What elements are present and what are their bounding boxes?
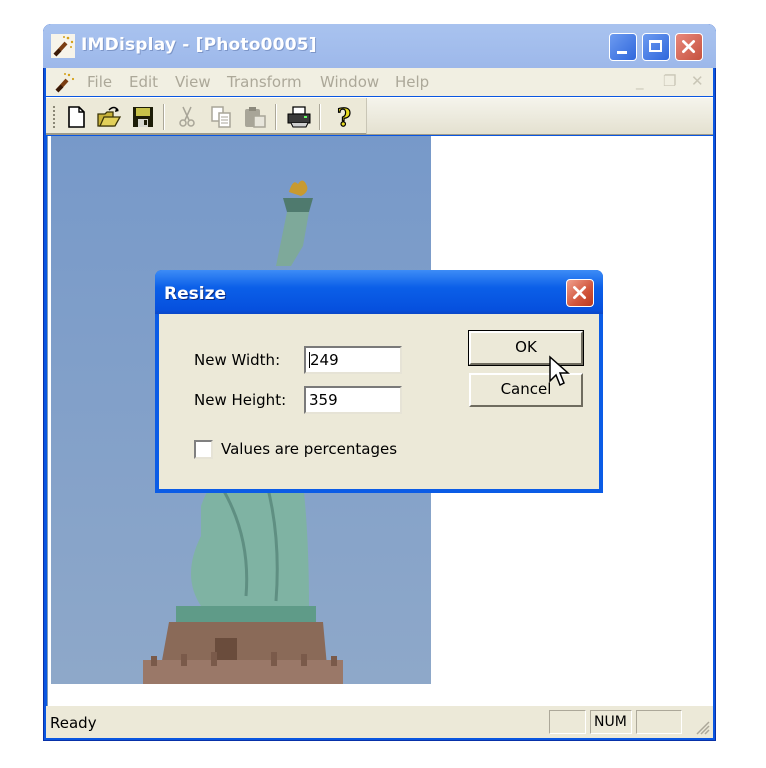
- percentages-label[interactable]: Values are percentages: [221, 440, 397, 458]
- menu-view[interactable]: View: [175, 73, 211, 91]
- new-width-label: New Width:: [194, 351, 281, 369]
- help-question-icon[interactable]: ?: [331, 104, 357, 130]
- toolbar: ?: [46, 97, 713, 135]
- menu-edit[interactable]: Edit: [129, 73, 158, 91]
- new-height-input[interactable]: 359: [304, 386, 402, 414]
- new-width-value: 249: [310, 351, 339, 369]
- print-icon[interactable]: [286, 104, 312, 130]
- resize-dialog: Resize New Width: 249 New Height: 359 Va…: [155, 270, 603, 493]
- svg-text:?: ?: [337, 104, 351, 130]
- mouse-pointer-icon: [549, 355, 570, 387]
- maximize-button[interactable]: [642, 33, 670, 61]
- toolbar-separator: [163, 104, 165, 130]
- status-pane-scroll: [636, 710, 682, 734]
- dialog-body: New Width: 249 New Height: 359 Values ar…: [159, 314, 599, 489]
- window-title: IMDisplay - [Photo0005]: [81, 35, 317, 55]
- mdi-close-button[interactable]: ✕: [691, 72, 704, 90]
- close-button[interactable]: [675, 33, 703, 61]
- menu-help[interactable]: Help: [395, 73, 429, 91]
- close-icon: [573, 286, 587, 300]
- toolbar-separator: [275, 104, 277, 130]
- mdi-minimize-button[interactable]: _: [636, 72, 644, 90]
- document-wand-icon[interactable]: [54, 70, 76, 94]
- menu-window[interactable]: Window: [320, 73, 379, 91]
- new-height-value: 359: [309, 391, 338, 409]
- toolbar-grip[interactable]: [53, 106, 55, 128]
- status-pane-num: NUM: [590, 710, 632, 734]
- status-pane-caps: [549, 710, 586, 734]
- new-height-label: New Height:: [194, 391, 287, 409]
- new-width-input[interactable]: 249: [304, 346, 402, 374]
- copy-icon[interactable]: [208, 104, 234, 130]
- percentages-checkbox[interactable]: [194, 440, 213, 459]
- toolbar-empty-band: [366, 98, 713, 134]
- paste-clipboard-icon[interactable]: [242, 104, 268, 130]
- open-folder-icon[interactable]: [96, 104, 122, 130]
- resize-grip-icon[interactable]: [694, 719, 710, 735]
- new-file-icon[interactable]: [63, 104, 89, 130]
- close-icon: [682, 40, 696, 54]
- mdi-restore-button[interactable]: ❐: [663, 72, 676, 90]
- status-bar: Ready NUM: [46, 706, 713, 738]
- menu-bar: File Edit View Transform Window Help _ ❐…: [46, 68, 713, 96]
- menu-file[interactable]: File: [87, 73, 112, 91]
- minimize-button[interactable]: [609, 33, 637, 61]
- dialog-titlebar[interactable]: Resize: [155, 270, 603, 314]
- dialog-close-button[interactable]: [566, 279, 594, 307]
- dialog-title: Resize: [164, 284, 226, 304]
- imagemagick-wand-icon: [51, 34, 75, 58]
- menu-transform[interactable]: Transform: [227, 73, 302, 91]
- window-titlebar[interactable]: IMDisplay - [Photo0005]: [43, 24, 716, 68]
- status-text: Ready: [50, 714, 97, 732]
- toolbar-separator: [319, 104, 321, 130]
- cut-scissors-icon[interactable]: [174, 104, 200, 130]
- save-disk-icon[interactable]: [130, 104, 156, 130]
